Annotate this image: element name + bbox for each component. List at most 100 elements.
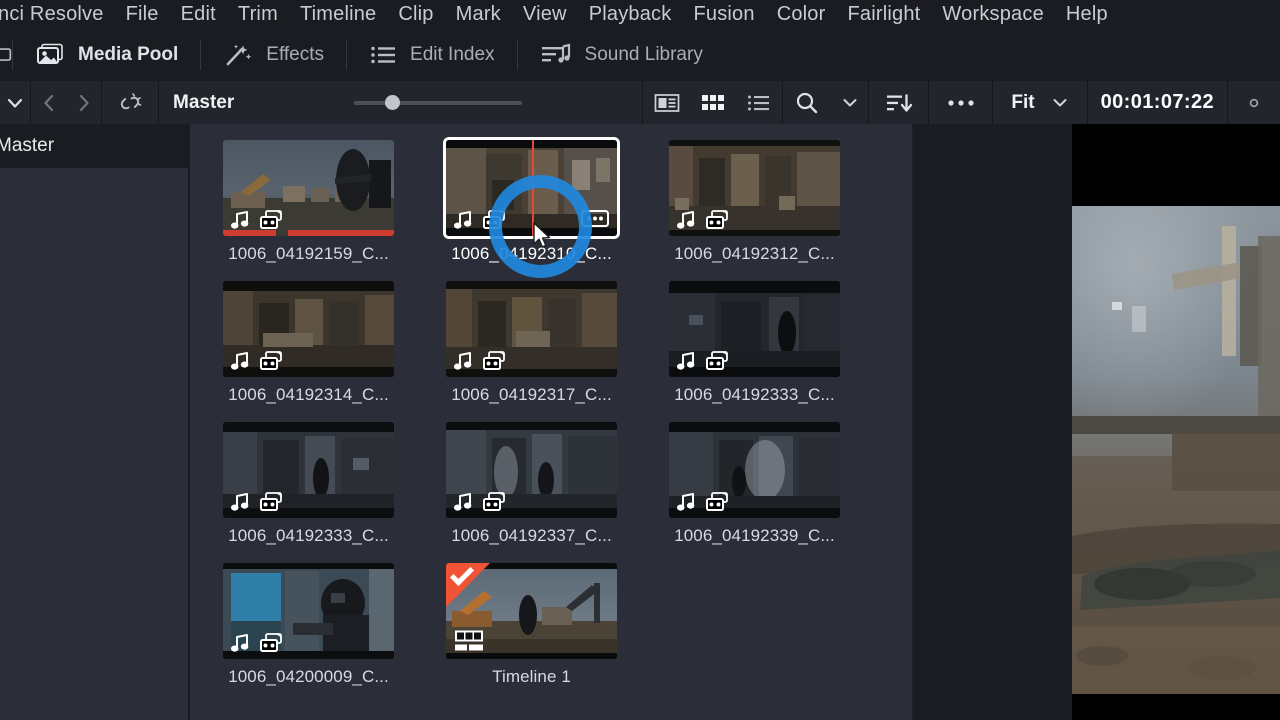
- media-pool-grid-area[interactable]: 1006_04192159_C... 1006_04192310_C... 10…: [190, 124, 912, 720]
- camera-icon: [260, 351, 286, 371]
- timeline-thumbnail[interactable]: [446, 563, 617, 659]
- clip-thumbnail[interactable]: [223, 422, 394, 518]
- clip-thumbnail[interactable]: [669, 140, 840, 236]
- tab-effects[interactable]: Effects: [201, 28, 346, 81]
- media-pool-clip[interactable]: 1006_04192333_C...: [669, 281, 840, 405]
- clip-thumbnail[interactable]: [223, 140, 394, 236]
- zoom-fit-label: Fit: [1011, 91, 1035, 113]
- timecode-display[interactable]: 00:01:07:22: [1088, 91, 1227, 114]
- clip-thumbnail[interactable]: [446, 281, 617, 377]
- chevron-down-icon: [1051, 94, 1069, 112]
- clip-grid: 1006_04192159_C... 1006_04192310_C... 10…: [223, 137, 840, 687]
- tab-effects-label: Effects: [266, 43, 325, 65]
- audio-icon: [454, 210, 473, 230]
- search-options-chevron-icon[interactable]: [831, 81, 868, 124]
- zoom-fit-dropdown[interactable]: Fit: [993, 92, 1086, 114]
- media-pool-clip[interactable]: 1006_04192337_C...: [446, 422, 617, 546]
- media-pool-clip[interactable]: 1006_04192339_C...: [669, 422, 840, 546]
- clip-thumbnail[interactable]: [446, 422, 617, 518]
- camera-icon: [260, 492, 286, 512]
- menu-bar: nci Resolve File Edit Trim Timeline Clip…: [0, 0, 1280, 28]
- viewer-video-frame: [1072, 206, 1280, 694]
- more-options-icon[interactable]: [929, 81, 992, 124]
- menu-edit[interactable]: Edit: [170, 0, 227, 28]
- current-bin-title: Master: [173, 91, 235, 113]
- record-dot-icon[interactable]: [1228, 81, 1280, 124]
- clip-thumbnail[interactable]: [223, 563, 394, 659]
- menu-workspace[interactable]: Workspace: [931, 0, 1054, 28]
- media-pool-clip[interactable]: 1006_04192333_C...: [223, 422, 394, 546]
- camera-icon: [706, 492, 732, 512]
- media-pool-clip[interactable]: 1006_04192159_C...: [223, 140, 394, 264]
- davinci-resolve-window: nci Resolve File Edit Trim Timeline Clip…: [0, 0, 1280, 720]
- tab-media-pool-label: Media Pool: [78, 43, 179, 65]
- media-pool-toolbar: Master Fit 00:01:07:22: [0, 81, 1280, 124]
- audio-icon: [677, 351, 696, 371]
- thumbnail-zoom-slider[interactable]: [234, 95, 642, 110]
- clip-thumbnail[interactable]: [669, 281, 840, 377]
- media-pool-clip[interactable]: 1006_04200009_C...: [223, 563, 394, 687]
- timeline-name: Timeline 1: [492, 667, 571, 686]
- camera-icon: [260, 210, 286, 230]
- metadata-view-icon[interactable]: [643, 81, 690, 124]
- clip-thumbnail[interactable]: [443, 137, 620, 239]
- clip-badges: [231, 210, 286, 230]
- clip-name: 1006_04192159_C...: [228, 244, 389, 263]
- cut-page-icon[interactable]: [0, 43, 12, 67]
- sidebar-item-label: Master: [0, 135, 55, 156]
- nav-back-button[interactable]: [31, 81, 66, 124]
- search-icon[interactable]: [783, 81, 831, 124]
- menu-trim[interactable]: Trim: [227, 0, 289, 28]
- menu-playback[interactable]: Playback: [578, 0, 683, 28]
- clip-options-badge[interactable]: [581, 210, 609, 227]
- sound-library-icon: [540, 42, 572, 68]
- media-pool-icon: [35, 42, 65, 68]
- tab-sound-library[interactable]: Sound Library: [518, 28, 725, 81]
- sidebar-item-master[interactable]: Master: [0, 124, 188, 168]
- audio-icon: [231, 633, 250, 653]
- menu-clip[interactable]: Clip: [387, 0, 444, 28]
- camera-icon: [706, 210, 732, 230]
- slider-knob[interactable]: [385, 95, 401, 110]
- media-pool-clip-selected[interactable]: 1006_04192310_C...: [443, 137, 620, 264]
- media-pool-clip[interactable]: 1006_04192312_C...: [669, 140, 840, 264]
- menu-color[interactable]: Color: [766, 0, 837, 28]
- clip-badges: [454, 351, 509, 371]
- menu-view[interactable]: View: [512, 0, 578, 28]
- clip-thumbnail[interactable]: [669, 422, 840, 518]
- tab-media-pool[interactable]: Media Pool: [13, 28, 200, 81]
- media-pool-timeline-item[interactable]: Timeline 1: [446, 563, 617, 687]
- menu-mark[interactable]: Mark: [445, 0, 512, 28]
- source-viewer[interactable]: [1072, 124, 1280, 720]
- audio-icon: [231, 210, 250, 230]
- panel-toolbar: Media Pool Effects Edit Index Sound Libr…: [0, 28, 1280, 81]
- bin-dropdown-button[interactable]: [0, 81, 30, 124]
- clip-name: 1006_04192312_C...: [674, 244, 835, 263]
- menu-help[interactable]: Help: [1055, 0, 1119, 28]
- clip-name: 1006_04192310_C...: [451, 244, 612, 263]
- menu-fairlight[interactable]: Fairlight: [836, 0, 931, 28]
- list-view-icon[interactable]: [736, 81, 782, 124]
- clip-thumbnail[interactable]: [223, 281, 394, 377]
- viewer-panel: [913, 124, 1280, 720]
- thumbnail-playhead: [531, 140, 534, 236]
- media-pool-clip[interactable]: 1006_04192317_C...: [446, 281, 617, 405]
- thumbnail-view-icon[interactable]: [690, 81, 736, 124]
- timeline-badges: [454, 629, 484, 653]
- tab-edit-index[interactable]: Edit Index: [347, 28, 517, 81]
- effects-wand-icon: [223, 42, 253, 68]
- used-range-indicator: [223, 230, 394, 236]
- nav-forward-button[interactable]: [66, 81, 101, 124]
- menu-resolve[interactable]: nci Resolve: [0, 0, 115, 28]
- menu-timeline[interactable]: Timeline: [289, 0, 387, 28]
- camera-icon: [706, 351, 732, 371]
- timeline-icon: [454, 629, 484, 653]
- tab-edit-index-label: Edit Index: [410, 43, 495, 65]
- media-pool-clip[interactable]: 1006_04192314_C...: [223, 281, 394, 405]
- clip-badges: [231, 351, 286, 371]
- broken-link-icon[interactable]: [102, 81, 158, 124]
- menu-file[interactable]: File: [115, 0, 170, 28]
- audio-icon: [454, 351, 473, 371]
- menu-fusion[interactable]: Fusion: [682, 0, 765, 28]
- sort-descending-icon[interactable]: [869, 81, 928, 124]
